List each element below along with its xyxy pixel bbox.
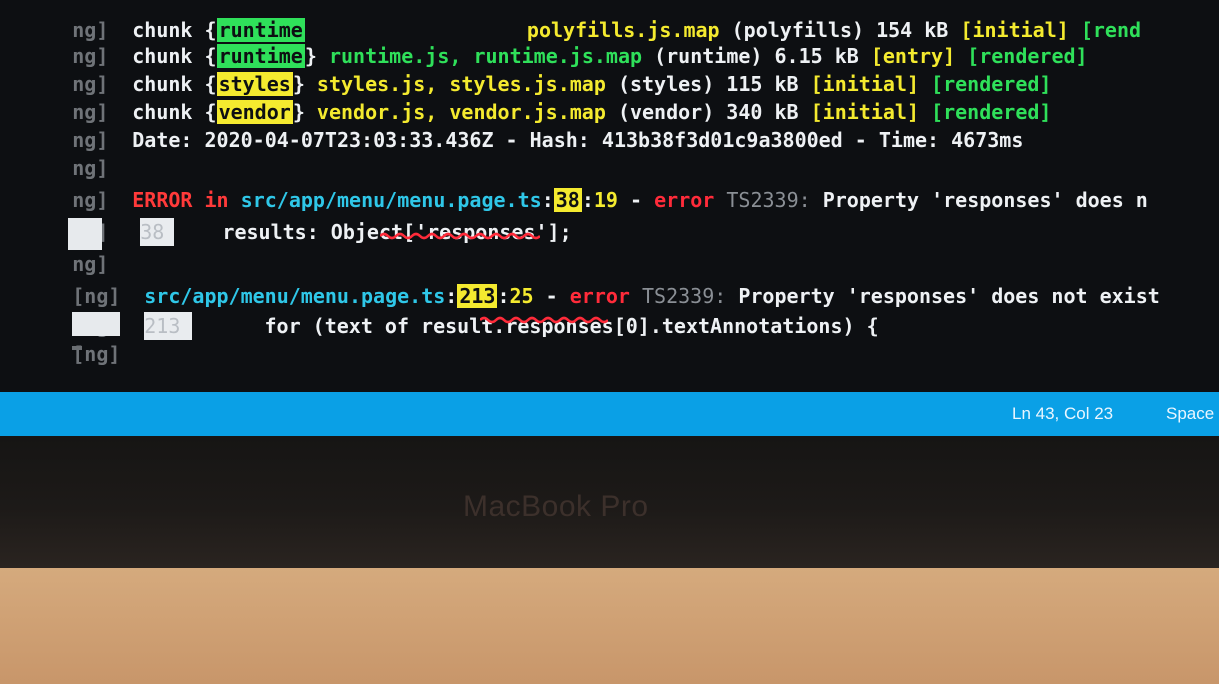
time-label: Time: <box>878 128 940 152</box>
terminal-line-date: ng] Date: 2020-04-07T23:03:33.436Z - Hash… <box>0 98 1023 152</box>
macbook-logo-text: MacBook Pro <box>463 490 649 523</box>
gutter-line-number: 38 <box>140 218 175 246</box>
indentation-setting[interactable]: Space <box>1166 392 1214 436</box>
cursor-position[interactable]: Ln 43, Col 23 <box>1012 392 1113 436</box>
terminal-cursor <box>72 346 82 350</box>
terminal-line-prefix: ng] <box>0 222 132 276</box>
terminal-line-error1: ng] ERROR in src/app/menu/menu.page.ts: 38… <box>0 158 1148 212</box>
source-code: [0].textAnnotations) { <box>613 314 879 338</box>
error-message: Property 'responses' does n <box>822 188 1148 212</box>
date-label: Date: <box>132 128 193 152</box>
separator: - <box>854 128 867 152</box>
status-bar: Ln 43, Col 23 Space <box>0 392 1219 436</box>
terminal-line-vendor: ng] chunk {vendor} vendor.js, vendor.js.m… <box>0 70 1051 124</box>
gutter-line-number: 213 <box>144 312 193 340</box>
hash-label: Hash: <box>529 128 590 152</box>
build-date: 2020-04-07T23:03:33.436Z <box>204 128 494 152</box>
terminal-line-error2: [ng] src/app/menu/menu.page.ts: 213:25 - e… <box>0 254 1160 308</box>
log-prefix: [ng] <box>72 342 121 366</box>
separator: - <box>630 188 643 212</box>
desk-surface <box>0 568 1219 684</box>
photo-frame: ng] chunk {runtime polyfills.js.map (poly… <box>0 0 1219 684</box>
source-code: for (text of result. <box>264 314 506 338</box>
chunk-rendered: [rend <box>1080 18 1142 42</box>
error-squiggle <box>380 232 540 240</box>
terminal-line-blank: ng] <box>0 126 132 180</box>
error-label: error <box>654 188 715 212</box>
terminal-output[interactable]: ng] chunk {runtime polyfills.js.map (poly… <box>0 0 1219 392</box>
error-squiggle <box>480 316 608 324</box>
terminal-line-prefix: [ng] <box>0 312 132 366</box>
build-time: 4673ms <box>951 128 1024 152</box>
error-code: TS2339: <box>726 188 811 212</box>
error-col-number: 19 <box>593 188 618 212</box>
build-hash: 413b38f3d01c9a3800ed <box>601 128 843 152</box>
terminal-line-source1: ng]38 results: Object['responses']; <box>0 190 572 246</box>
separator: - <box>505 128 518 152</box>
terminal-line-source2: [ng]213 for (text of result.responses[0]… <box>0 284 879 340</box>
terminal-line-styles: ng] chunk {styles} styles.js, styles.js.m… <box>0 42 1051 96</box>
terminal-line-runtime: ng] chunk {runtime} runtime.js, runtime.j… <box>0 14 1088 68</box>
colon: : <box>581 188 594 212</box>
